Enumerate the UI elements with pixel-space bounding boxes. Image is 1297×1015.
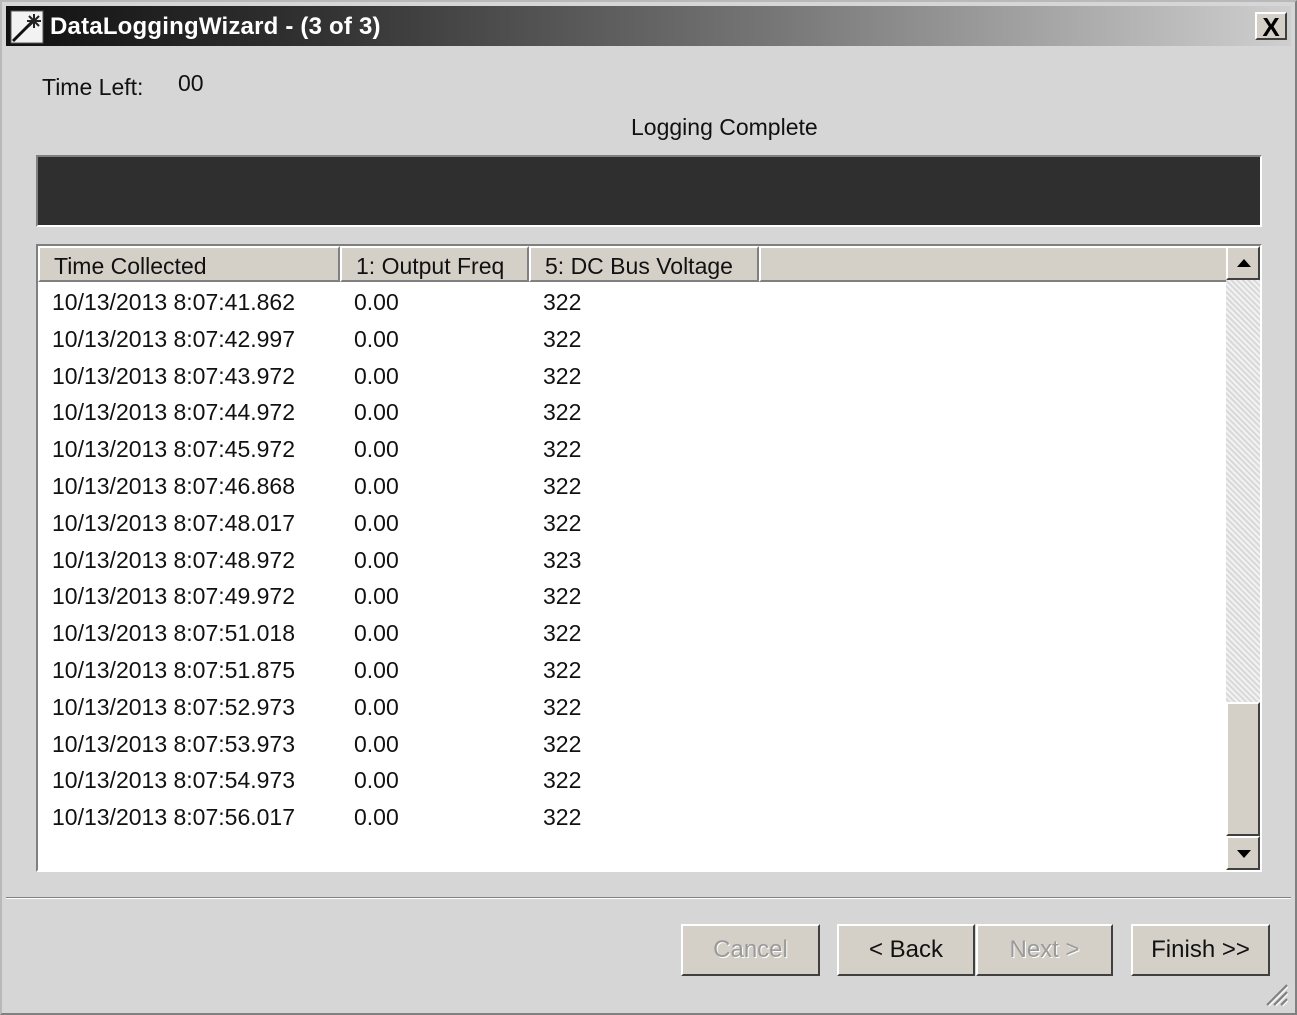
vertical-scrollbar[interactable] (1226, 246, 1260, 870)
table-row[interactable]: 10/13/2013 8:07:42.997 0.00 322 (38, 321, 759, 358)
table-row[interactable]: 10/13/2013 8:07:46.868 0.00 322 (38, 468, 759, 505)
scroll-up-button[interactable] (1226, 246, 1260, 280)
cell-time-collected: 10/13/2013 8:07:48.017 (52, 509, 296, 536)
cancel-button[interactable]: Cancel (681, 924, 820, 976)
table-row[interactable]: 10/13/2013 8:07:53.973 0.00 322 (38, 726, 759, 763)
table-row[interactable]: 10/13/2013 8:07:44.972 0.00 322 (38, 394, 759, 431)
cell-dc-bus-voltage: 322 (543, 325, 582, 352)
time-left-label: Time Left: (42, 74, 144, 100)
cell-dc-bus-voltage: 322 (543, 509, 582, 536)
progress-bar (36, 155, 1262, 227)
cell-dc-bus-voltage: 322 (543, 804, 582, 831)
cell-dc-bus-voltage: 323 (543, 546, 582, 573)
cell-time-collected: 10/13/2013 8:07:52.973 (52, 693, 296, 720)
wizard-window: DataLoggingWizard - (3 of 3) X Time Left… (0, 0, 1297, 1015)
cell-output-freq: 0.00 (354, 804, 399, 831)
table-header: Time Collected 1: Output Freq 5: DC Bus … (38, 246, 1230, 282)
table-row[interactable]: 10/13/2013 8:07:51.875 0.00 322 (38, 652, 759, 689)
cell-time-collected: 10/13/2013 8:07:53.973 (52, 730, 296, 757)
table-row[interactable]: 10/13/2013 8:07:41.862 0.00 322 (38, 284, 759, 321)
cell-time-collected: 10/13/2013 8:07:41.862 (52, 289, 296, 315)
table-row[interactable]: 10/13/2013 8:07:51.018 0.00 322 (38, 615, 759, 652)
table-row[interactable]: 10/13/2013 8:07:45.972 0.00 322 (38, 431, 759, 468)
arrow-down-icon (1237, 850, 1251, 858)
cell-output-freq: 0.00 (354, 656, 399, 683)
cell-output-freq: 0.00 (354, 730, 399, 757)
cell-output-freq: 0.00 (354, 509, 399, 536)
column-header-output-freq[interactable]: 1: Output Freq (340, 246, 529, 282)
close-button[interactable]: X (1255, 12, 1287, 40)
next-button[interactable]: Next > (976, 924, 1113, 976)
cell-output-freq: 0.00 (354, 399, 399, 426)
cell-dc-bus-voltage: 322 (543, 693, 582, 720)
cell-time-collected: 10/13/2013 8:07:43.972 (52, 362, 296, 389)
cell-output-freq: 0.00 (354, 767, 399, 794)
table-row[interactable]: 10/13/2013 8:07:48.972 0.00 323 (38, 542, 759, 579)
resize-grip-icon[interactable] (1263, 981, 1289, 1007)
table-row[interactable]: 10/13/2013 8:07:54.973 0.00 322 (38, 762, 759, 799)
cell-output-freq: 0.00 (354, 436, 399, 463)
column-header-time-collected[interactable]: Time Collected (38, 246, 340, 282)
status-message: Logging Complete (631, 114, 818, 140)
button-separator (6, 897, 1291, 899)
cell-time-collected: 10/13/2013 8:07:49.972 (52, 583, 296, 610)
cell-time-collected: 10/13/2013 8:07:51.018 (52, 620, 296, 647)
cell-time-collected: 10/13/2013 8:07:45.972 (52, 436, 296, 463)
table-row[interactable]: 10/13/2013 8:07:56.017 0.00 322 (38, 799, 759, 836)
cell-time-collected: 10/13/2013 8:07:51.875 (52, 656, 296, 683)
progress-fill (40, 159, 1258, 223)
back-button[interactable]: < Back (837, 924, 975, 976)
cell-time-collected: 10/13/2013 8:07:48.972 (52, 546, 296, 573)
cell-dc-bus-voltage: 322 (543, 730, 582, 757)
cell-time-collected: 10/13/2013 8:07:54.973 (52, 767, 296, 794)
cell-dc-bus-voltage: 322 (543, 436, 582, 463)
cell-time-collected: 10/13/2013 8:07:42.997 (52, 325, 296, 352)
scroll-thumb[interactable] (1226, 702, 1260, 836)
cell-dc-bus-voltage: 322 (543, 472, 582, 499)
cell-dc-bus-voltage: 322 (543, 767, 582, 794)
close-icon: X (1262, 12, 1280, 42)
scroll-down-button[interactable] (1226, 836, 1260, 870)
cell-time-collected: 10/13/2013 8:07:44.972 (52, 399, 296, 426)
cell-output-freq: 0.00 (354, 362, 399, 389)
cell-output-freq: 0.00 (354, 583, 399, 610)
arrow-up-icon (1237, 259, 1251, 267)
cell-dc-bus-voltage: 322 (543, 583, 582, 610)
cell-output-freq: 0.00 (354, 472, 399, 499)
cell-dc-bus-voltage: 322 (543, 289, 582, 315)
time-left-value: 00 (178, 70, 204, 96)
cell-output-freq: 0.00 (354, 289, 399, 315)
title-bar[interactable]: DataLoggingWizard - (3 of 3) X (6, 6, 1291, 46)
wizard-icon (10, 10, 44, 44)
table-row[interactable]: 10/13/2013 8:07:48.017 0.00 322 (38, 505, 759, 542)
cell-output-freq: 0.00 (354, 546, 399, 573)
cell-output-freq: 0.00 (354, 325, 399, 352)
cell-output-freq: 0.00 (354, 620, 399, 647)
column-header-dc-bus-voltage[interactable]: 5: DC Bus Voltage (529, 246, 759, 282)
cell-dc-bus-voltage: 322 (543, 399, 582, 426)
cell-time-collected: 10/13/2013 8:07:46.868 (52, 472, 296, 499)
finish-button[interactable]: Finish >> (1131, 924, 1270, 976)
column-header-filler (759, 246, 1230, 282)
table-row[interactable]: 10/13/2013 8:07:52.973 0.00 322 (38, 689, 759, 726)
cell-output-freq: 0.00 (354, 693, 399, 720)
cell-dc-bus-voltage: 322 (543, 620, 582, 647)
cell-dc-bus-voltage: 322 (543, 656, 582, 683)
cell-time-collected: 10/13/2013 8:07:56.017 (52, 804, 296, 831)
data-log-table[interactable]: Time Collected 1: Output Freq 5: DC Bus … (36, 244, 1262, 872)
cell-dc-bus-voltage: 322 (543, 362, 582, 389)
table-row[interactable]: 10/13/2013 8:07:49.972 0.00 322 (38, 578, 759, 615)
table-body: 10/13/2013 8:07:41.862 0.00 322 10/13/2013 … (38, 284, 759, 836)
table-row[interactable]: 10/13/2013 8:07:43.972 0.00 322 (38, 358, 759, 395)
window-title: DataLoggingWizard - (3 of 3) (50, 13, 381, 40)
